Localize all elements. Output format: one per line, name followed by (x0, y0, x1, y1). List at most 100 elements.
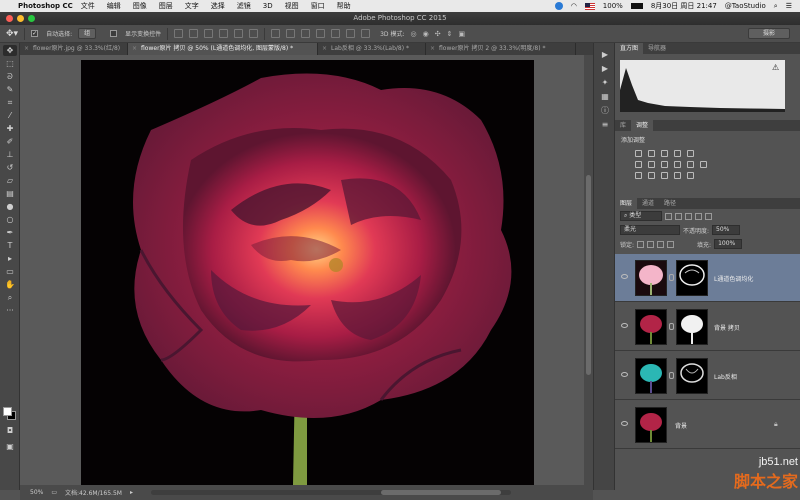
filter-adjust-icon[interactable] (675, 212, 682, 220)
path-select-tool-icon[interactable]: ▸ (3, 253, 17, 264)
distribute-right-icon[interactable] (346, 29, 356, 38)
tab-channels[interactable]: 通道 (637, 198, 659, 209)
layer-kind-filter[interactable]: ⌕ 类型 (620, 211, 662, 221)
invert-icon[interactable] (635, 172, 642, 179)
eyedropper-tool-icon[interactable]: ⁄ (3, 110, 17, 121)
mask-link-icon[interactable] (669, 323, 674, 330)
align-right-icon[interactable] (249, 29, 259, 38)
opacity-input[interactable]: 50% (712, 225, 741, 235)
layer-mask-thumbnail[interactable] (676, 309, 708, 345)
move-tool-icon[interactable]: ✥ (3, 45, 17, 56)
info-icon[interactable] (554, 2, 563, 10)
lock-position-icon[interactable] (657, 240, 665, 248)
3d-roll-icon[interactable]: ◉ (423, 30, 429, 38)
distribute-hcenter-icon[interactable] (331, 29, 341, 38)
wifi-icon[interactable]: ◠ (571, 2, 577, 10)
search-icon[interactable]: ⌕ (774, 2, 778, 11)
info-panel-icon[interactable]: ⓘ (599, 105, 611, 116)
layer-thumbnail[interactable] (635, 358, 667, 394)
scroll-thumb[interactable] (380, 490, 501, 495)
eraser-tool-icon[interactable]: ▱ (3, 175, 17, 186)
eye-icon[interactable] (621, 372, 628, 377)
zoom-level[interactable]: 50% (30, 489, 43, 496)
move-tool-preset-icon[interactable]: ✥▾ (6, 29, 18, 39)
zoom-tool-icon[interactable]: ⌕ (3, 292, 17, 303)
layer-thumbnail[interactable] (635, 407, 667, 443)
zoom-window-icon[interactable] (28, 15, 35, 22)
dodge-tool-icon[interactable]: ○ (3, 214, 17, 225)
shape-tool-icon[interactable]: ▭ (3, 266, 17, 277)
color-lookup-icon[interactable] (700, 161, 707, 168)
clone-stamp-tool-icon[interactable]: ⊥ (3, 149, 17, 160)
tab-flower-original[interactable]: × flower原片.jpg @ 33.3%(红/8) (20, 43, 128, 55)
workspace-switcher[interactable]: 摄影 (748, 28, 790, 39)
color-balance-icon[interactable] (648, 161, 655, 168)
eye-icon[interactable] (621, 274, 628, 279)
tab-layers[interactable]: 图层 (615, 198, 638, 209)
layer-mask-thumbnail[interactable] (676, 358, 708, 394)
eye-icon[interactable] (621, 323, 628, 328)
gradient-tool-icon[interactable]: ▤ (3, 188, 17, 199)
brush-panel-icon[interactable]: ✦ (599, 77, 611, 88)
show-transform-checkbox[interactable] (110, 30, 118, 37)
lock-pixels-icon[interactable] (647, 240, 655, 248)
canvas-area[interactable] (20, 55, 584, 485)
layer-name[interactable]: 背景 (675, 421, 687, 430)
menu-type[interactable]: 文字 (185, 1, 199, 11)
tab-flower-copy-2[interactable]: × flower原片 拷贝 2 @ 33.3%(明度/8) * (426, 43, 576, 55)
distribute-left-icon[interactable] (316, 29, 326, 38)
crop-tool-icon[interactable]: ⌗ (3, 97, 17, 108)
curves-icon[interactable] (661, 150, 668, 157)
collapse-icon[interactable]: ▭ (51, 489, 57, 496)
marquee-tool-icon[interactable]: ⬚ (3, 58, 17, 69)
fill-input[interactable]: 100% (714, 239, 743, 249)
document-image[interactable] (81, 60, 534, 485)
tab-navigator[interactable]: 导航器 (643, 43, 671, 54)
align-top-icon[interactable] (174, 29, 184, 38)
extra-tools-icon[interactable]: ··· (3, 305, 17, 316)
align-bottom-icon[interactable] (204, 29, 214, 38)
lock-transparent-icon[interactable] (637, 240, 645, 248)
user-name[interactable]: @TaoStudio (725, 2, 766, 10)
layer-row[interactable]: 背景 拷贝 (615, 303, 800, 351)
blur-tool-icon[interactable]: ● (3, 201, 17, 212)
align-hcenter-icon[interactable] (234, 29, 244, 38)
filter-smart-icon[interactable] (705, 212, 712, 220)
filter-type-icon[interactable] (685, 212, 692, 220)
distribute-top-icon[interactable] (271, 29, 281, 38)
vertical-scrollbar[interactable] (584, 55, 593, 485)
3d-slide-icon[interactable]: ⇕ (447, 30, 453, 38)
layer-row[interactable]: L通道色调均化 (615, 254, 800, 302)
posterize-icon[interactable] (648, 172, 655, 179)
tab-library[interactable]: 库 (615, 120, 631, 131)
tab-flower-copy[interactable]: × flower原片 拷贝 @ 50% (L通道色调均化, 图层蒙版/8) * (128, 43, 318, 55)
exposure-icon[interactable] (674, 150, 681, 157)
lock-all-icon[interactable] (667, 240, 675, 248)
menu-app-name[interactable]: Photoshop CC (18, 2, 73, 10)
tab-histogram[interactable]: 直方图 (615, 43, 644, 54)
history-panel-icon[interactable]: ▶ (599, 49, 611, 60)
tab-lab-invert[interactable]: × Lab反相 @ 33.3%(Lab/8) * (318, 43, 426, 55)
levels-icon[interactable] (648, 150, 655, 157)
layer-row[interactable]: 背景 🔒︎ (615, 401, 800, 449)
battery-icon[interactable] (630, 3, 643, 9)
foreground-color-swatch[interactable] (3, 407, 12, 416)
screen-mode-icon[interactable]: ▣ (3, 441, 17, 452)
scroll-thumb[interactable] (586, 175, 591, 375)
eye-icon[interactable] (621, 421, 628, 426)
3d-scale-icon[interactable]: ▣ (458, 30, 465, 38)
channel-mixer-icon[interactable] (687, 161, 694, 168)
tab-adjustments[interactable]: 调整 (631, 120, 654, 131)
3d-pan-icon[interactable]: ✣ (435, 30, 441, 38)
menu-3d[interactable]: 3D (263, 2, 273, 10)
clone-source-icon[interactable]: ▦ (599, 91, 611, 102)
lasso-tool-icon[interactable]: ᘐ (3, 71, 17, 82)
mask-link-icon[interactable] (669, 274, 674, 281)
layer-name[interactable]: 背景 拷贝 (714, 323, 740, 332)
align-vcenter-icon[interactable] (189, 29, 199, 38)
3d-orbit-icon[interactable]: ◎ (410, 30, 416, 38)
list-icon[interactable]: ☰ (786, 2, 792, 10)
menu-window[interactable]: 窗口 (311, 1, 325, 11)
quick-mask-icon[interactable]: ◘ (3, 425, 17, 436)
close-window-icon[interactable] (6, 15, 13, 22)
